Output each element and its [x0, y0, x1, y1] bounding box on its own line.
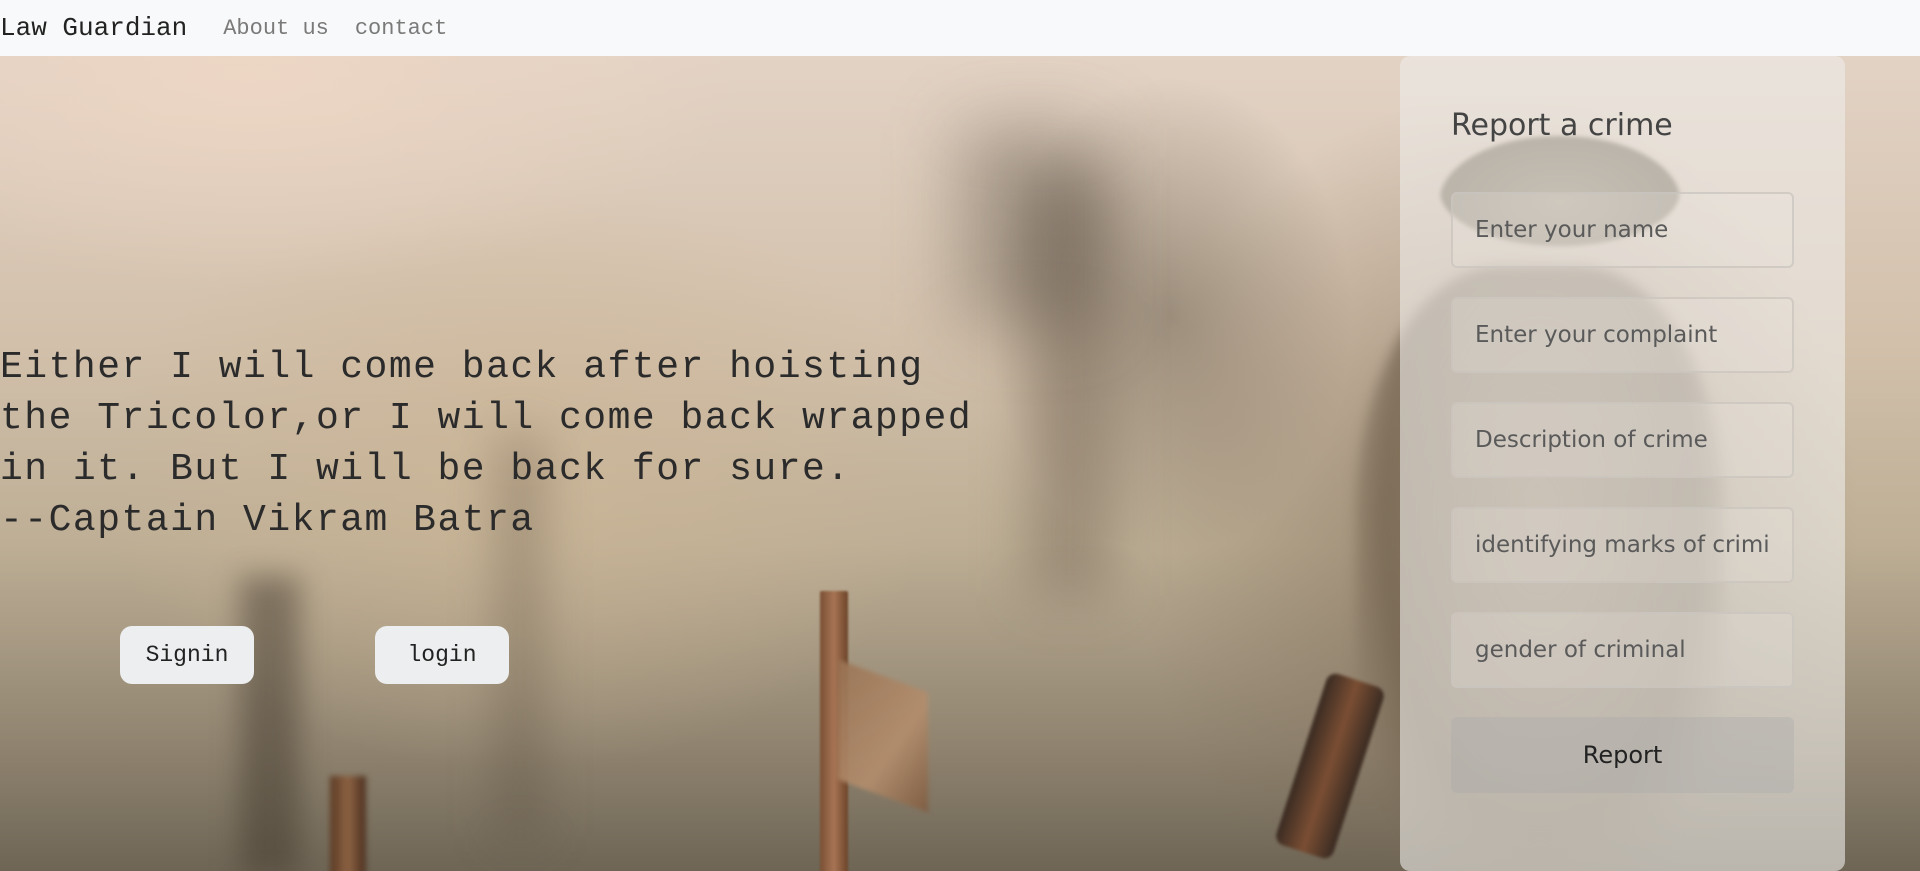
background-blur [240, 576, 300, 871]
login-button[interactable]: login [375, 626, 509, 684]
background-blur [960, 126, 1100, 326]
criminal-gender-input[interactable] [1451, 612, 1794, 688]
nav-link-contact[interactable]: contact [355, 16, 447, 41]
identifying-marks-input[interactable] [1451, 507, 1794, 583]
name-input[interactable] [1451, 192, 1794, 268]
signin-button[interactable]: Signin [120, 626, 254, 684]
nav-link-about[interactable]: About us [223, 16, 329, 41]
complaint-input[interactable] [1451, 297, 1794, 373]
report-crime-form: Report a crime Report [1400, 56, 1845, 871]
background-wooden-sign [838, 659, 928, 813]
form-title: Report a crime [1451, 108, 1673, 143]
brand-link[interactable]: Law Guardian [0, 13, 187, 43]
background-stump [330, 776, 366, 871]
report-button[interactable]: Report [1451, 717, 1794, 793]
navbar: Law Guardian About us contact [0, 0, 1920, 56]
crime-description-input[interactable] [1451, 402, 1794, 478]
hero-quote: Either I will come back after hoisting t… [0, 346, 973, 542]
